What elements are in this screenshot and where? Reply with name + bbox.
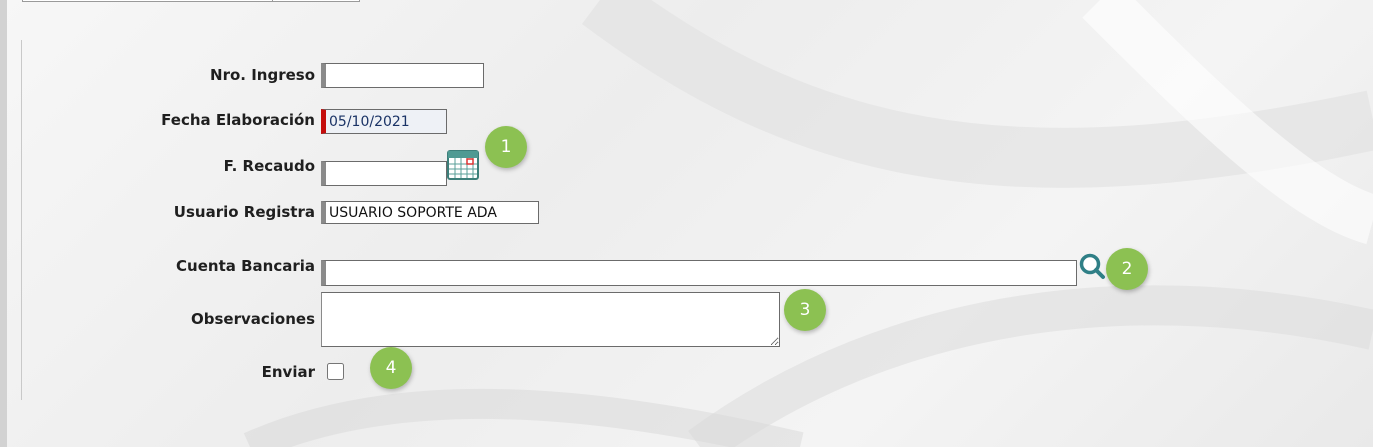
calendar-icon[interactable] — [447, 148, 480, 181]
enviar-label: Enviar — [261, 363, 315, 381]
f-recaudo-input[interactable] — [321, 161, 447, 186]
left-border — [0, 0, 7, 447]
fecha-elaboracion-field[interactable] — [321, 109, 447, 134]
callout-badge-3: 3 — [784, 289, 826, 331]
nro-ingreso-input[interactable] — [321, 63, 484, 88]
usuario-registra-label: Usuario Registra — [173, 203, 315, 221]
usuario-registra-field[interactable] — [321, 201, 539, 224]
callout-badge-2: 2 — [1106, 248, 1148, 290]
top-field-remnant-2 — [272, 0, 360, 2]
top-field-remnant — [22, 0, 274, 2]
observaciones-textarea[interactable] — [321, 292, 780, 347]
enviar-checkbox[interactable] — [327, 363, 344, 380]
cuenta-bancaria-label: Cuenta Bancaria — [176, 257, 315, 275]
callout-badge-1: 1 — [485, 126, 527, 168]
nro-ingreso-label: Nro. Ingreso — [210, 66, 315, 84]
callout-badge-4: 4 — [370, 347, 412, 389]
f-recaudo-label: F. Recaudo — [223, 157, 315, 175]
observaciones-label: Observaciones — [190, 310, 315, 328]
fecha-elaboracion-label: Fecha Elaboración — [161, 111, 315, 129]
cuenta-bancaria-input[interactable] — [321, 260, 1077, 286]
search-icon[interactable] — [1078, 252, 1106, 280]
